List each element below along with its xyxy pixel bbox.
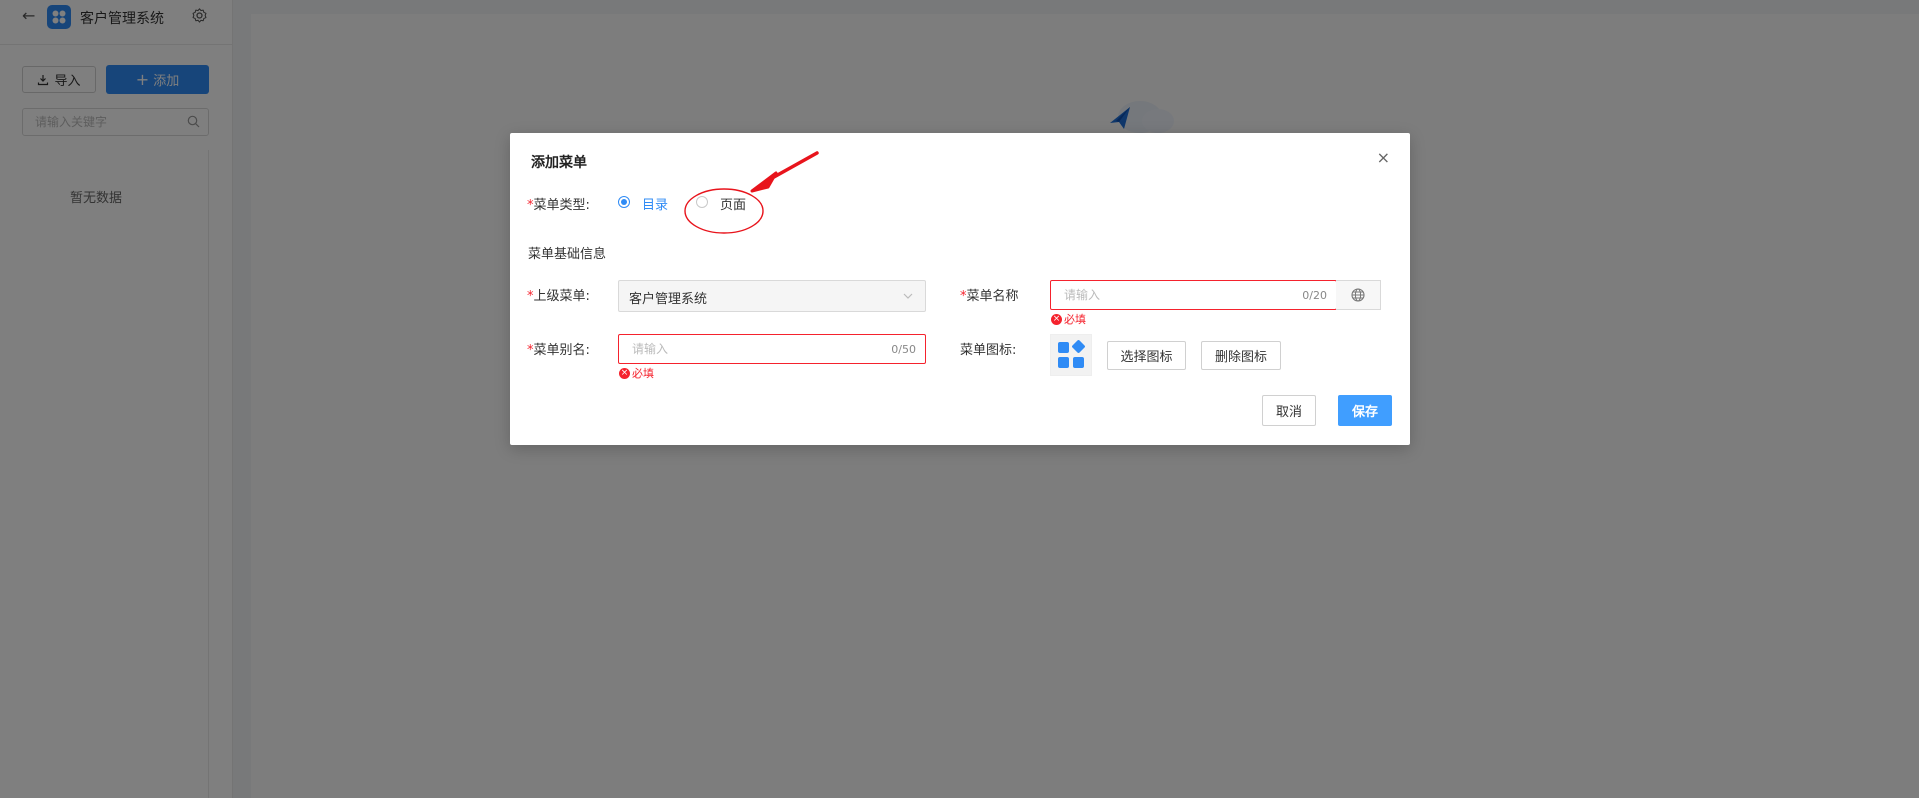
error-icon: ×: [619, 367, 630, 379]
menu-icon-label: 菜单图标:: [960, 343, 1017, 358]
radio-page[interactable]: [696, 196, 708, 208]
menu-alias-input[interactable]: [619, 335, 862, 363]
menu-name-field: 0/20: [1050, 280, 1337, 310]
menu-alias-count: 0/50: [891, 343, 916, 356]
error-icon: ×: [1051, 313, 1062, 325]
i18n-button[interactable]: [1336, 280, 1381, 310]
menu-name-input[interactable]: [1051, 281, 1274, 309]
parent-menu-select[interactable]: 客户管理系统: [618, 280, 926, 312]
chevron-down-icon: [903, 293, 913, 299]
section-title: 菜单基础信息: [528, 247, 607, 262]
parent-menu-label: *上级菜单:: [527, 289, 590, 304]
save-button[interactable]: 保存: [1338, 395, 1392, 426]
menu-alias-label: *菜单别名:: [527, 343, 590, 358]
parent-menu-value: 客户管理系统: [629, 292, 708, 307]
delete-icon-button[interactable]: 删除图标: [1201, 341, 1281, 370]
menu-name-error: × 必填: [1051, 313, 1086, 326]
dialog-title: 添加菜单: [531, 155, 587, 171]
menu-name-label: *菜单名称: [960, 289, 1019, 304]
menu-alias-error: × 必填: [619, 367, 654, 380]
cancel-button[interactable]: 取消: [1262, 395, 1316, 426]
radio-directory-label[interactable]: 目录: [642, 194, 668, 213]
radio-directory[interactable]: [618, 196, 630, 208]
menu-name-count: 0/20: [1302, 289, 1327, 302]
menu-icon-preview: [1050, 334, 1092, 376]
grid-apps-icon: [1058, 340, 1085, 368]
add-menu-dialog: 添加菜单 × *菜单类型: 目录 页面 菜单基础信息 *上级菜单: 客户管理系统…: [510, 133, 1410, 445]
radio-page-label[interactable]: 页面: [720, 194, 746, 213]
menu-type-label: *菜单类型:: [527, 198, 590, 213]
menu-alias-field: 0/50: [618, 334, 926, 364]
close-icon[interactable]: ×: [1377, 148, 1390, 167]
select-icon-button[interactable]: 选择图标: [1107, 341, 1186, 370]
globe-icon: [1351, 288, 1365, 302]
